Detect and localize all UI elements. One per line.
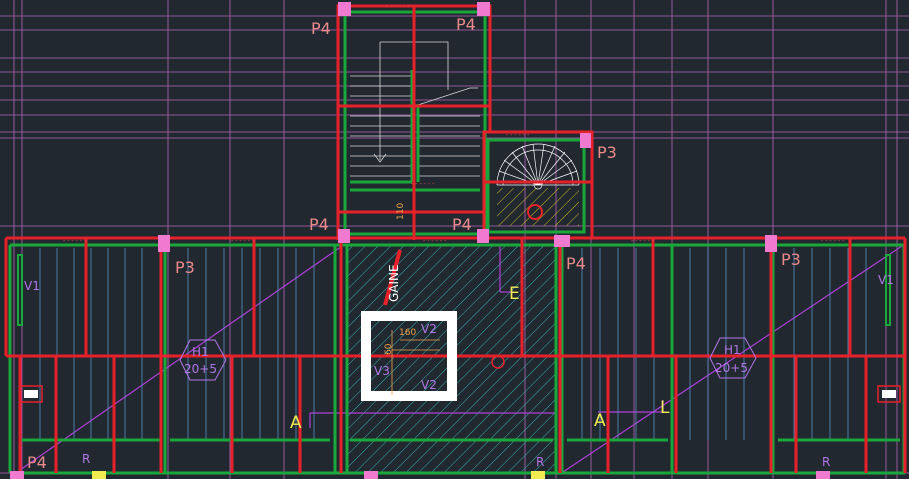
label-r-mid: R bbox=[536, 455, 544, 469]
spiral-stair-hatch bbox=[497, 188, 579, 226]
label-v1-right: V1 bbox=[878, 273, 894, 287]
label-p4-lower-right: P4 bbox=[566, 254, 586, 273]
label-p3-left: P3 bbox=[175, 258, 195, 277]
label-p4-top-left: P4 bbox=[311, 19, 331, 38]
label-h1-left: H1 bbox=[192, 345, 209, 359]
label-dim-60: 60 bbox=[384, 343, 394, 355]
label-p3-right: P3 bbox=[597, 143, 617, 162]
label-h1-right-value: 20+5 bbox=[715, 361, 748, 375]
svg-text:------: ------ bbox=[422, 237, 447, 245]
label-v1-left: V1 bbox=[24, 279, 40, 293]
label-p4-mid-right: P4 bbox=[452, 215, 472, 234]
label-dim-160: 160 bbox=[399, 328, 416, 338]
label-p4-bottom-left: P4 bbox=[27, 453, 47, 472]
label-p4-top-right: P4 bbox=[456, 15, 476, 34]
svg-text:------: ------ bbox=[505, 131, 530, 139]
label-r-right: R bbox=[822, 455, 830, 469]
label-v3: V3 bbox=[374, 364, 390, 378]
label-a-right: A bbox=[594, 411, 606, 431]
label-gaine: GAINE bbox=[387, 264, 401, 302]
svg-text:------: ------ bbox=[230, 237, 255, 245]
label-v2-top: V2 bbox=[421, 322, 437, 336]
svg-text:------: ------ bbox=[62, 237, 87, 245]
svg-text:------: ------ bbox=[820, 237, 845, 245]
label-r-left: R bbox=[82, 452, 90, 466]
label-p3-far-right: P3 bbox=[781, 250, 801, 269]
label-dim-110: 110 bbox=[396, 203, 406, 220]
svg-text:------: ------ bbox=[630, 237, 655, 245]
label-e: E bbox=[509, 284, 520, 304]
cad-drawing-canvas[interactable]: ------ ------ ------ ------ ------ -----… bbox=[0, 0, 909, 479]
label-v2-bottom: V2 bbox=[421, 378, 437, 392]
svg-text:------: ------ bbox=[385, 2, 410, 10]
label-l: L bbox=[660, 398, 670, 418]
label-a-left: A bbox=[290, 413, 302, 433]
label-h1-right: H1 bbox=[724, 343, 741, 357]
svg-text:------: ------ bbox=[410, 180, 435, 188]
dimension-annotations: ------ ------ ------ ------ ------ -----… bbox=[62, 2, 845, 245]
label-h1-left-value: 20+5 bbox=[184, 362, 217, 376]
label-p4-mid-left: P4 bbox=[309, 215, 329, 234]
